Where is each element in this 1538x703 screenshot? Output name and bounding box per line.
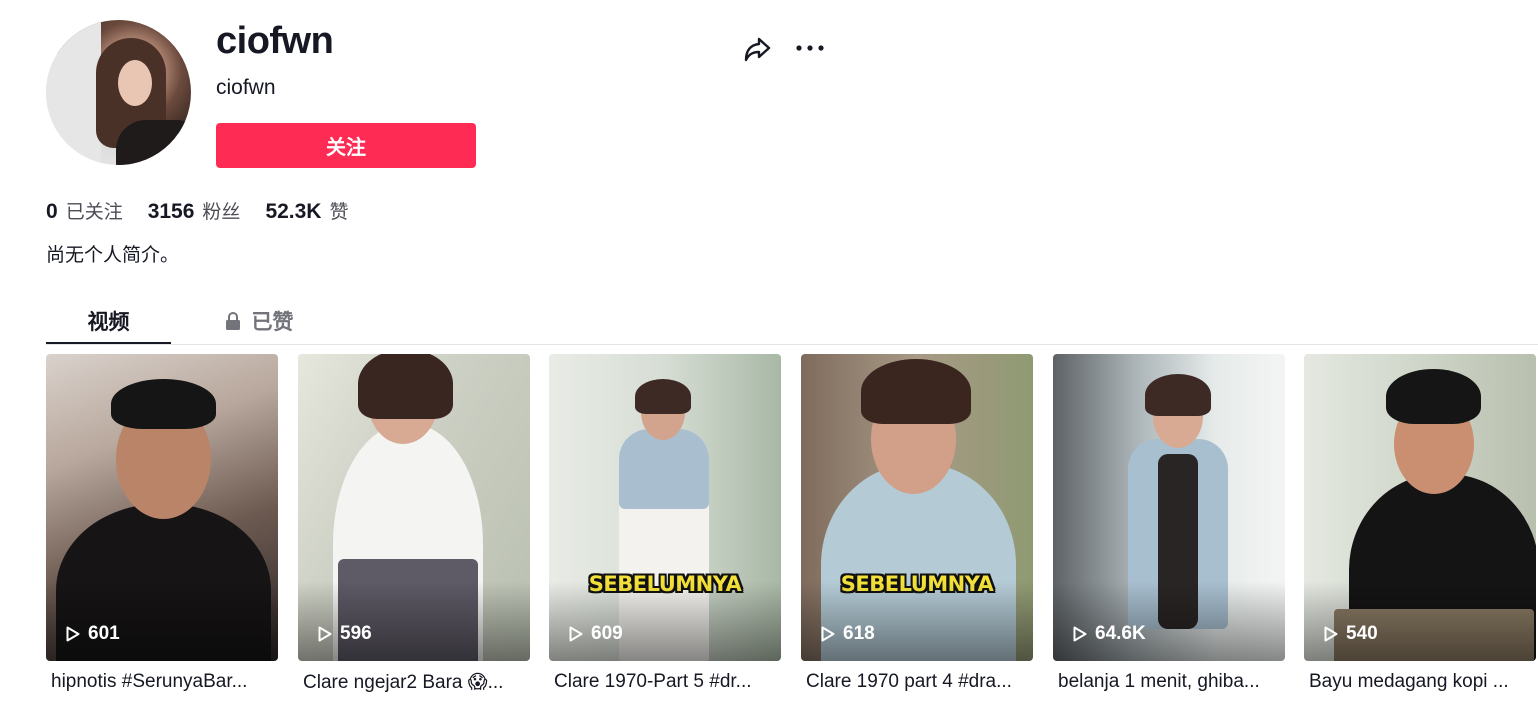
play-icon [318,626,332,642]
play-icon [569,626,583,642]
tab-label: 视频 [87,311,130,334]
play-icon [1324,626,1338,642]
video-thumbnail[interactable]: SEBELUMNYA 609 [549,354,781,661]
share-arrow-icon[interactable] [740,32,774,66]
video-card[interactable]: SEBELUMNYA 618 Clare 1970 part 4 #dra... [801,354,1033,693]
view-count: 618 [821,623,875,645]
view-count: 609 [569,623,623,645]
view-count: 540 [1324,623,1378,645]
profile-page: ciofwn ciofwn 关注 0 已关注 3156 粉丝 52.3K 赞 尚… [0,0,1538,703]
video-description[interactable]: belanja 1 menit, ghiba... [1053,671,1280,693]
video-card[interactable]: 601 hipnotis #SerunyaBar... [46,354,278,693]
avatar[interactable] [46,20,191,165]
video-card[interactable]: SEBELUMNYA 609 Clare 1970-Part 5 #dr... [549,354,781,693]
view-count: 64.6K [1073,623,1146,645]
video-description[interactable]: Clare ngejar2 Bara 😱... [298,671,525,694]
tab-liked[interactable]: 已赞 [196,300,321,342]
lock-icon [225,311,240,330]
video-card[interactable]: 64.6K belanja 1 menit, ghiba... [1053,354,1285,693]
stat-value: 52.3K [265,200,322,223]
video-thumbnail[interactable]: 540 [1304,354,1536,661]
video-description[interactable]: Clare 1970-Part 5 #dr... [549,671,776,693]
view-count-value: 618 [843,623,875,644]
video-description[interactable]: Clare 1970 part 4 #dra... [801,671,1028,693]
tab-videos[interactable]: 视频 [46,300,171,344]
video-card[interactable]: 540 Bayu medagang kopi ... [1304,354,1536,693]
view-count-value: 596 [340,623,372,644]
view-count: 601 [66,623,120,645]
play-icon [821,626,835,642]
stat-label: 赞 [329,202,349,223]
view-count-value: 601 [88,623,120,644]
profile-bio: 尚无个人简介。 [46,245,180,266]
play-icon [66,626,80,642]
stat-followers[interactable]: 3156 粉丝 [148,197,241,224]
tab-label: 已赞 [251,311,294,334]
play-icon [1073,626,1087,642]
stat-value: 3156 [147,200,195,223]
profile-nickname: ciofwn [216,76,276,99]
video-description[interactable]: hipnotis #SerunyaBar... [46,671,273,693]
view-count: 596 [318,623,372,645]
view-count-value: 64.6K [1095,623,1146,644]
more-horizontal-icon[interactable] [793,32,827,66]
stat-label: 粉丝 [202,202,241,223]
stat-value: 0 [46,200,58,223]
video-card[interactable]: 596 Clare ngejar2 Bara 😱... [298,354,530,694]
view-count-value: 609 [591,623,623,644]
video-description[interactable]: Bayu medagang kopi ... [1304,671,1527,693]
stat-label: 已关注 [65,202,123,223]
profile-username: ciofwn [216,20,334,62]
view-count-value: 540 [1346,623,1378,644]
profile-tabs: 视频 已赞 [46,300,1538,345]
profile-stats: 0 已关注 3156 粉丝 52.3K 赞 [46,197,374,224]
video-thumbnail[interactable]: 601 [46,354,278,661]
stat-likes: 52.3K 赞 [265,197,348,224]
video-thumbnail[interactable]: 596 [298,354,530,661]
follow-button[interactable]: 关注 [216,123,476,168]
video-thumbnail[interactable]: 64.6K [1053,354,1285,661]
video-thumbnail[interactable]: SEBELUMNYA 618 [801,354,1033,661]
stat-following[interactable]: 0 已关注 [46,197,123,224]
